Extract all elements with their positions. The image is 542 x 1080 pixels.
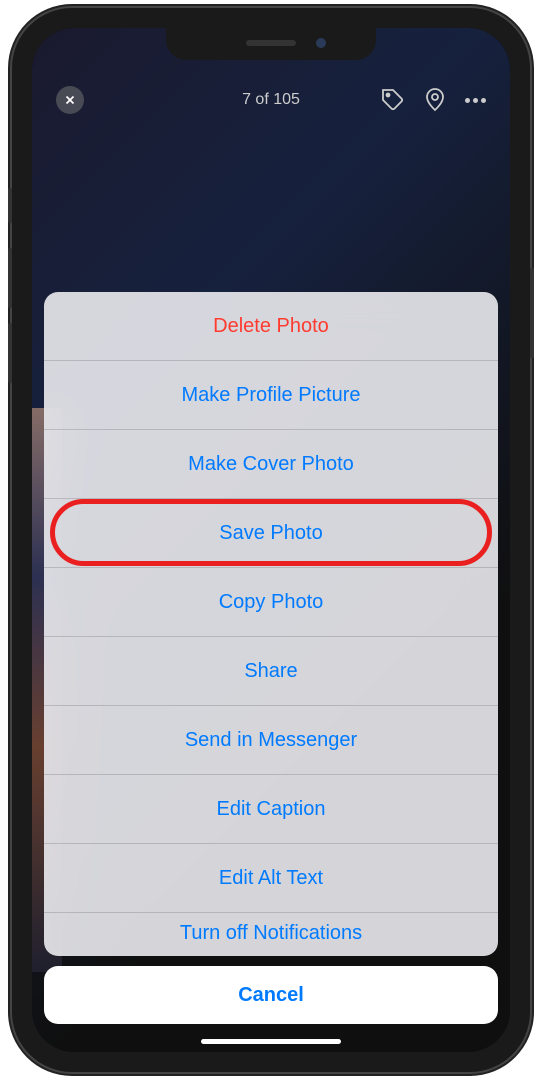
more-options-button[interactable] bbox=[465, 98, 486, 103]
edit-caption-button[interactable]: Edit Caption bbox=[44, 775, 498, 844]
close-icon bbox=[63, 93, 77, 107]
edit-alt-text-label: Edit Alt Text bbox=[219, 867, 323, 890]
cancel-button[interactable]: Cancel bbox=[44, 966, 498, 1024]
notch bbox=[166, 28, 376, 60]
volume-down-button bbox=[8, 323, 12, 383]
header-actions bbox=[381, 88, 486, 112]
share-button[interactable]: Share bbox=[44, 637, 498, 706]
turn-off-notifications-label: Turn off Notifications bbox=[180, 922, 362, 945]
location-icon[interactable] bbox=[423, 88, 447, 112]
make-cover-photo-button[interactable]: Make Cover Photo bbox=[44, 430, 498, 499]
home-indicator[interactable] bbox=[201, 1039, 341, 1044]
send-in-messenger-button[interactable]: Send in Messenger bbox=[44, 706, 498, 775]
edit-alt-text-button[interactable]: Edit Alt Text bbox=[44, 844, 498, 913]
action-sheet-container: Delete Photo Make Profile Picture Make C… bbox=[44, 292, 498, 1024]
photo-viewer-header: 7 of 105 bbox=[32, 78, 510, 122]
cancel-label: Cancel bbox=[238, 984, 304, 1007]
copy-photo-label: Copy Photo bbox=[219, 591, 324, 614]
camera-sensor bbox=[316, 38, 326, 48]
delete-photo-label: Delete Photo bbox=[213, 315, 329, 338]
copy-photo-button[interactable]: Copy Photo bbox=[44, 568, 498, 637]
silent-switch bbox=[8, 188, 12, 223]
save-photo-button[interactable]: Save Photo bbox=[44, 499, 498, 568]
save-photo-label: Save Photo bbox=[219, 522, 322, 545]
photo-counter: 7 of 105 bbox=[242, 91, 300, 109]
delete-photo-button[interactable]: Delete Photo bbox=[44, 292, 498, 361]
phone-frame: Tania Kaqui 7 of 105 bbox=[12, 8, 530, 1072]
speaker bbox=[246, 40, 296, 46]
turn-off-notifications-button[interactable]: Turn off Notifications bbox=[44, 913, 498, 953]
edit-caption-label: Edit Caption bbox=[217, 798, 326, 821]
make-cover-photo-label: Make Cover Photo bbox=[188, 453, 354, 476]
volume-up-button bbox=[8, 248, 12, 308]
make-profile-picture-button[interactable]: Make Profile Picture bbox=[44, 361, 498, 430]
send-in-messenger-label: Send in Messenger bbox=[185, 729, 357, 752]
share-label: Share bbox=[244, 660, 297, 683]
make-profile-picture-label: Make Profile Picture bbox=[182, 384, 361, 407]
tag-icon[interactable] bbox=[381, 88, 405, 112]
close-button[interactable] bbox=[56, 86, 84, 114]
action-sheet: Delete Photo Make Profile Picture Make C… bbox=[44, 292, 498, 956]
screen: Tania Kaqui 7 of 105 bbox=[32, 28, 510, 1052]
power-button bbox=[530, 268, 534, 358]
